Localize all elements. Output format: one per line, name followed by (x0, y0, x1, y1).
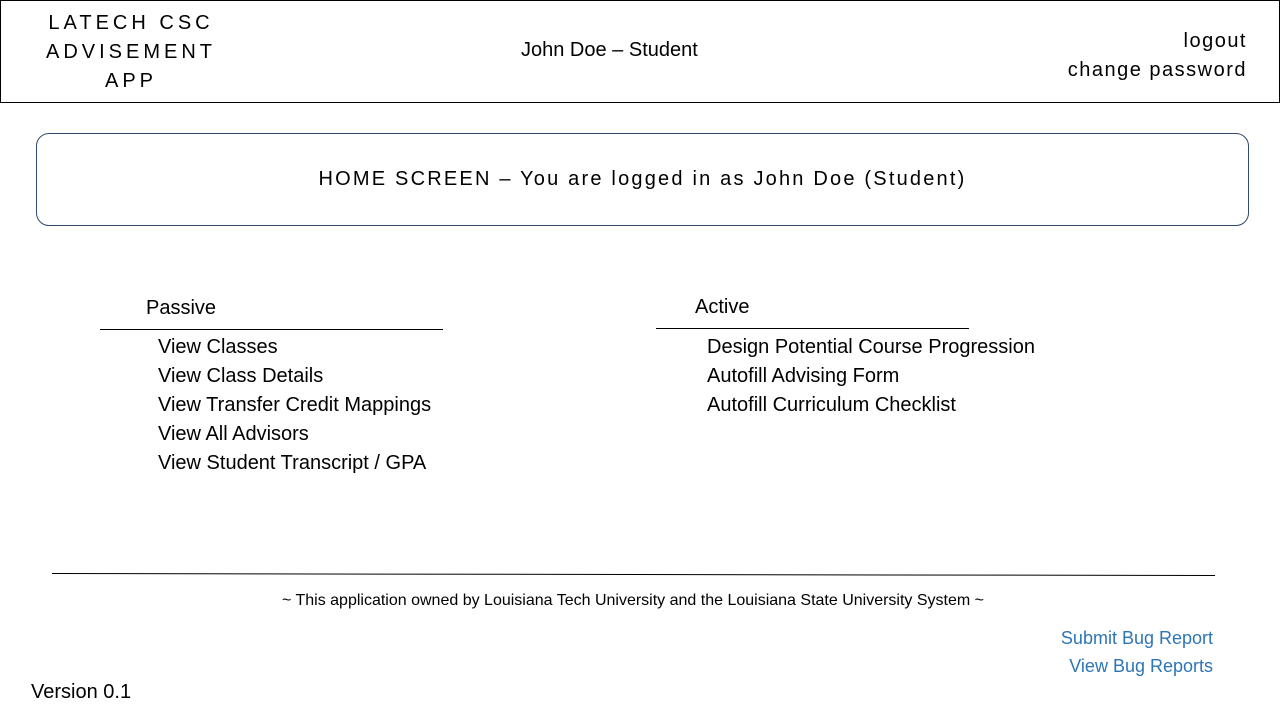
menu-item-view-all-advisors[interactable]: View All Advisors (158, 420, 431, 449)
active-divider (656, 328, 969, 329)
app-title-line: LATECH CSC (48, 12, 214, 34)
view-bug-reports-link[interactable]: View Bug Reports (1061, 652, 1213, 680)
current-user-label: John Doe – Student (521, 39, 698, 61)
version-label: Version 0.1 (31, 681, 132, 703)
menu-item-view-student-transcript[interactable]: View Student Transcript / GPA (158, 449, 431, 478)
passive-heading: Passive (146, 297, 217, 319)
account-links: logout change password (1068, 27, 1247, 85)
menu-item-autofill-advising-form[interactable]: Autofill Advising Form (707, 362, 1035, 391)
menu-item-view-transfer-credit-mappings[interactable]: View Transfer Credit Mappings (158, 391, 431, 420)
app-title-line: APP (104, 70, 158, 92)
app-title: LATECH CSC ADVISEMENT APP (21, 9, 241, 96)
menu-item-autofill-curriculum-checklist[interactable]: Autofill Curriculum Checklist (707, 391, 1035, 420)
menu-item-design-course-progression[interactable]: Design Potential Course Progression (707, 333, 1035, 362)
app-title-line: ADVISEMENT (45, 41, 217, 63)
header-bar: LATECH CSC ADVISEMENT APP John Doe – Stu… (0, 0, 1280, 103)
logout-link[interactable]: logout (1068, 27, 1247, 56)
active-heading: Active (695, 296, 750, 318)
active-menu: Design Potential Course Progression Auto… (707, 333, 1035, 420)
menu-item-view-class-details[interactable]: View Class Details (158, 362, 431, 391)
banner-text: HOME SCREEN – You are logged in as John … (318, 168, 967, 190)
bug-report-links: Submit Bug Report View Bug Reports (1061, 624, 1213, 680)
passive-divider (100, 329, 443, 330)
change-password-link[interactable]: change password (1068, 56, 1247, 85)
home-screen-banner: HOME SCREEN – You are logged in as John … (36, 133, 1249, 226)
submit-bug-report-link[interactable]: Submit Bug Report (1061, 624, 1213, 652)
passive-menu: View Classes View Class Details View Tra… (158, 333, 431, 478)
footer-divider (51, 573, 1215, 577)
ownership-notice: ~ This application owned by Louisiana Te… (281, 592, 985, 609)
menu-item-view-classes[interactable]: View Classes (158, 333, 431, 362)
